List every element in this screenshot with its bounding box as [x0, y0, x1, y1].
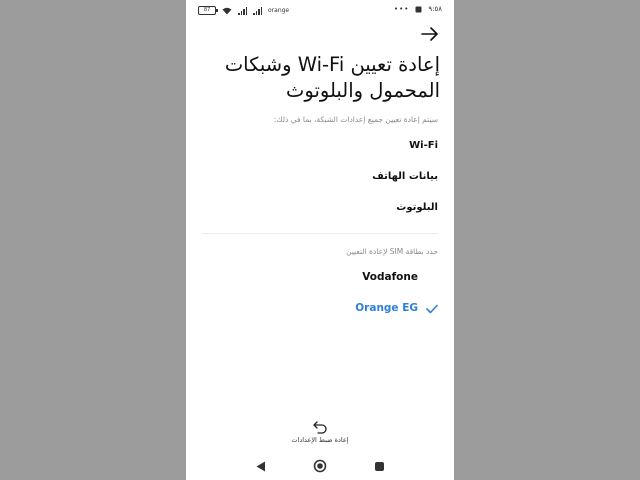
navigation-bar	[186, 456, 454, 478]
list-item-bluetooth: البلوتوث	[396, 202, 438, 213]
notification-dots: •••	[393, 5, 410, 13]
list-item-wifi: Wi-Fi	[409, 140, 438, 151]
undo-icon	[313, 421, 327, 434]
divider	[202, 233, 438, 234]
sim-option-vodafone[interactable]: Vodafone	[186, 265, 454, 291]
wifi-icon	[222, 7, 232, 14]
reset-settings-button[interactable]: إعادة ضبط الإعدادات	[270, 420, 370, 446]
arrow-right-icon[interactable]	[420, 25, 440, 43]
carrier-name: orange	[268, 7, 290, 14]
status-bar: 87 orange ••• ٩:٥٨	[186, 0, 454, 22]
status-right: ••• ٩:٥٨	[394, 5, 442, 13]
sim-section-label: حدد بطاقة SIM لإعادة التعيين	[346, 247, 438, 256]
nav-home-icon[interactable]	[313, 459, 327, 473]
signal-icon	[238, 6, 247, 15]
notification-icon	[415, 6, 422, 12]
status-left: 87 orange	[198, 6, 289, 15]
battery-icon: 87	[198, 6, 218, 15]
nav-back-icon[interactable]	[256, 461, 266, 472]
sim-option-orange[interactable]: Orange EG	[186, 296, 454, 322]
page-title: إعادة تعيين Wi-Fi وشبكات المحمول والبلوت…	[224, 53, 440, 102]
list-item-mobile-data: بيانات الهاتف	[372, 171, 438, 182]
page-subtitle: سيتم إعادة تعيين جميع إعدادات الشبكة، بم…	[273, 115, 438, 124]
nav-recents-icon[interactable]	[375, 462, 384, 471]
sim-name: Orange EG	[355, 302, 418, 314]
sim-name: Vodafone	[362, 271, 418, 283]
phone-screen: 87 orange ••• ٩:٥٨ إعادة تعيين Wi-Fi وشب…	[186, 0, 454, 480]
checkmark-icon	[426, 304, 438, 314]
reset-button-label: إعادة ضبط الإعدادات	[291, 436, 349, 444]
signal-icon-2	[253, 6, 262, 15]
clock: ٩:٥٨	[428, 5, 442, 13]
